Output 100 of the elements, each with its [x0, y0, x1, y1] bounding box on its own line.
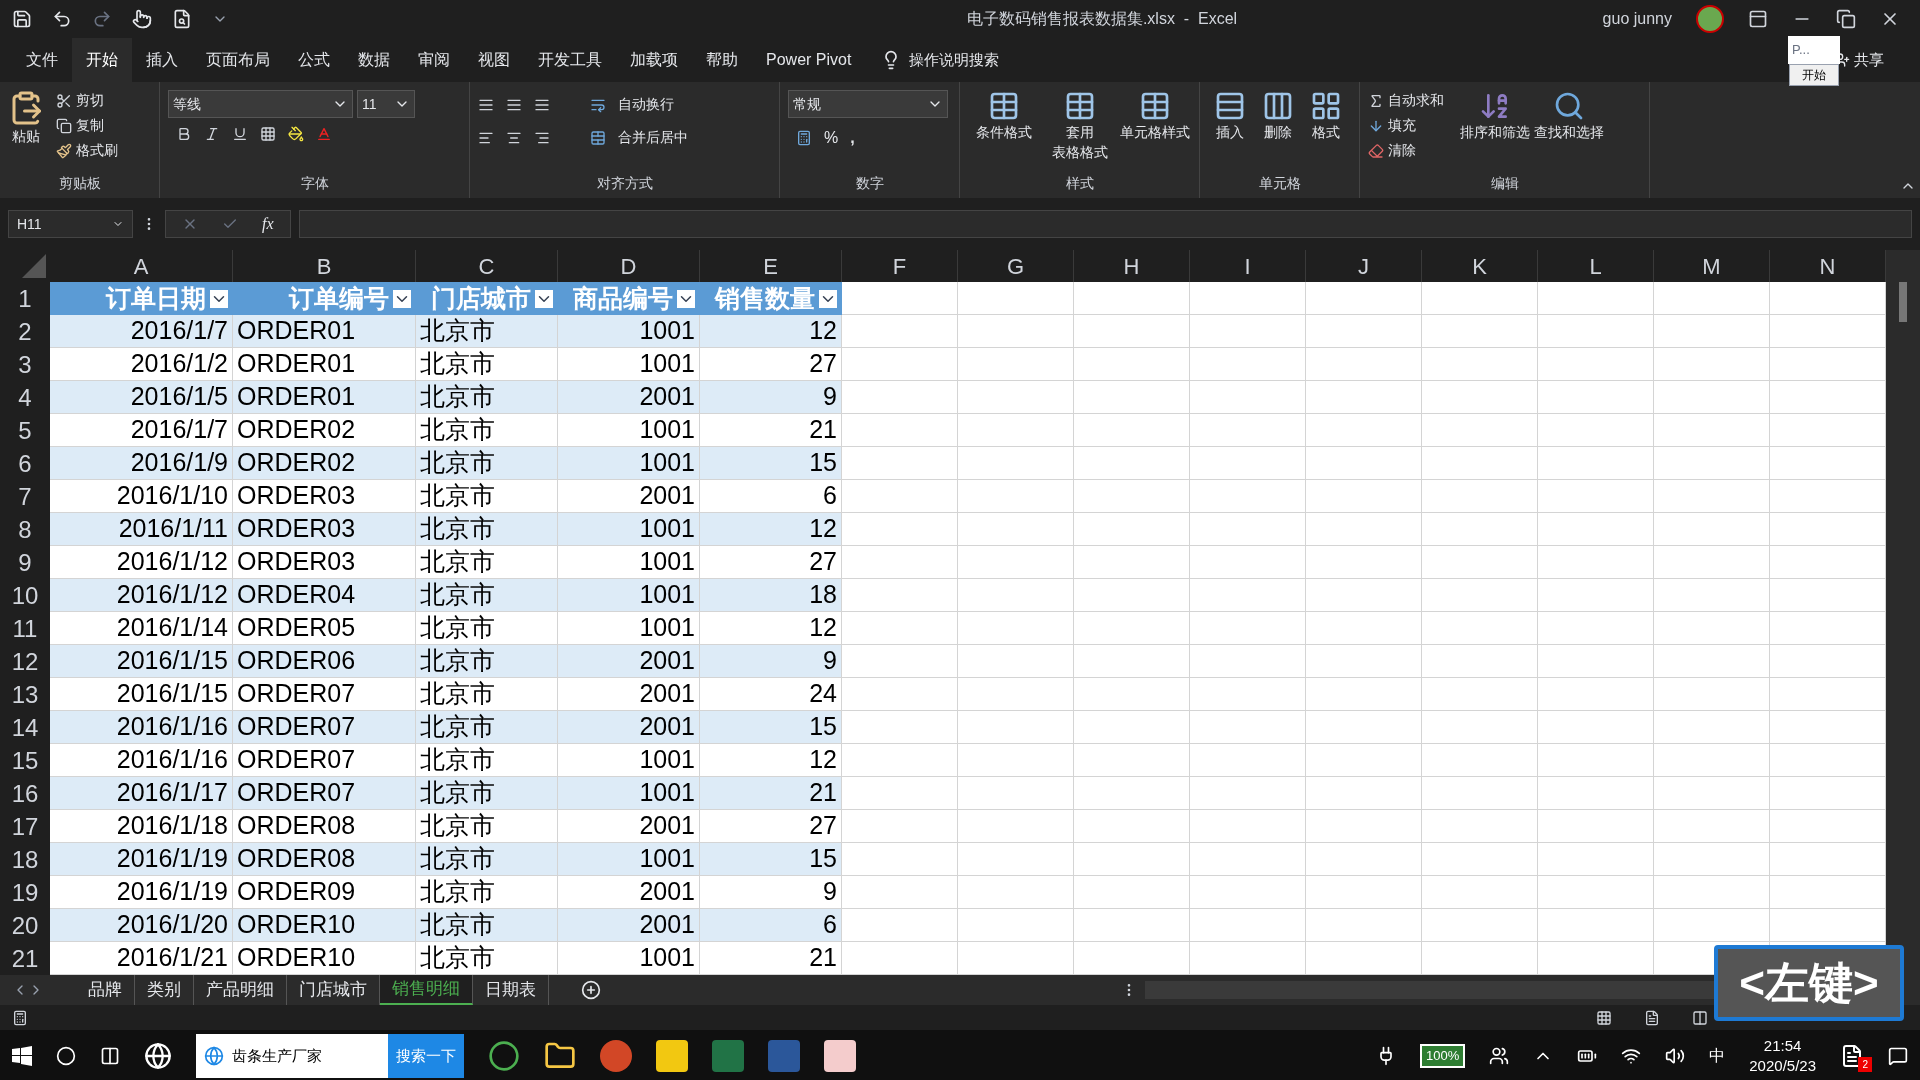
- input-method[interactable]: 中: [1709, 1044, 1726, 1068]
- redo-icon[interactable]: [92, 9, 112, 29]
- fill-color-icon[interactable]: [288, 126, 304, 142]
- avatar[interactable]: [1696, 5, 1724, 33]
- borders-icon[interactable]: [260, 126, 276, 142]
- percent-button[interactable]: %: [824, 126, 839, 150]
- filter-button[interactable]: [535, 289, 553, 308]
- page-layout-icon[interactable]: [1644, 1009, 1660, 1026]
- clock-date[interactable]: 2020/5/23: [1749, 1056, 1816, 1076]
- group-label: 字体: [299, 174, 330, 193]
- volume-icon[interactable]: [1665, 1046, 1686, 1066]
- font-name-dropdown[interactable]: 等线: [168, 90, 353, 118]
- popup-button[interactable]: 开始: [1789, 64, 1839, 86]
- autosum-button[interactable]: 自动求和: [1388, 90, 1444, 111]
- style-button[interactable]: 套用 表格格式: [1051, 122, 1108, 162]
- name-box[interactable]: H11: [8, 210, 133, 238]
- table-cell-text: 12: [809, 513, 837, 545]
- filter-button[interactable]: [210, 289, 228, 308]
- brush-icon[interactable]: [56, 142, 72, 159]
- wrap-text-button[interactable]: 自动换行: [618, 94, 674, 115]
- find-select-button[interactable]: 查找和选择: [1534, 122, 1604, 143]
- cells-button[interactable]: 删除: [1264, 122, 1292, 143]
- ribbon-tab[interactable]: 公式: [284, 38, 344, 82]
- comma-button[interactable]: ,: [850, 126, 855, 150]
- task-view-icon[interactable]: [100, 1046, 120, 1066]
- bold-icon[interactable]: [176, 126, 192, 142]
- ribbon-tab[interactable]: 数据: [344, 38, 404, 82]
- undo-icon[interactable]: [52, 9, 72, 29]
- fill-button[interactable]: 填充: [1388, 115, 1416, 136]
- insert-function-button[interactable]: fx: [262, 212, 274, 236]
- sheet-tab[interactable]: 销售明细: [380, 975, 473, 1005]
- ribbon-tab[interactable]: 开始: [72, 38, 132, 82]
- font-size-dropdown[interactable]: 11: [357, 90, 415, 118]
- vertical-scrollbar[interactable]: [1886, 250, 1920, 975]
- ribbon-tab[interactable]: 插入: [132, 38, 192, 82]
- merge-center-button[interactable]: 合并后居中: [618, 127, 688, 148]
- table-cell-text: ORDER08: [237, 810, 356, 842]
- number-format-dropdown[interactable]: 常规: [788, 90, 948, 118]
- browser-search-field[interactable]: 齿条生产厂家: [196, 1034, 388, 1078]
- save-icon[interactable]: [12, 9, 32, 29]
- clock-time[interactable]: 21:54: [1763, 1036, 1802, 1056]
- table-cell-text: 2001: [639, 678, 695, 710]
- style-button[interactable]: 条件格式: [975, 122, 1032, 142]
- notes-icon[interactable]: [1840, 1044, 1864, 1068]
- cells-button[interactable]: 格式: [1312, 122, 1340, 143]
- table-cell-text: 9: [823, 876, 837, 908]
- cut-icon[interactable]: [56, 92, 72, 109]
- sort-filter-button[interactable]: 排序和筛选: [1460, 122, 1530, 143]
- popup-field[interactable]: P...: [1788, 36, 1840, 64]
- presentation-app-icon[interactable]: [600, 1040, 632, 1072]
- underline-icon[interactable]: [232, 126, 248, 142]
- normal-view-icon[interactable]: [1596, 1009, 1612, 1026]
- cells-button[interactable]: 插入: [1216, 122, 1244, 143]
- paste-button[interactable]: 粘贴: [12, 126, 40, 147]
- insert-cells-icon[interactable]: [1214, 90, 1246, 122]
- format-painter-button[interactable]: 格式刷: [76, 140, 118, 161]
- filter-button[interactable]: [393, 289, 411, 308]
- formula-input[interactable]: [298, 210, 1912, 238]
- ribbon-tab[interactable]: 文件: [12, 38, 72, 82]
- filter-button[interactable]: [819, 289, 837, 308]
- style-button[interactable]: 单元格样式: [1120, 122, 1191, 142]
- format-cells-icon[interactable]: [1310, 90, 1342, 122]
- action-center-icon[interactable]: [1888, 1046, 1908, 1066]
- key-overlay: <左键>: [1714, 945, 1904, 1021]
- delete-cells-icon[interactable]: [1262, 90, 1294, 122]
- ribbon-tab[interactable]: 加载项: [616, 38, 692, 82]
- copy-icon[interactable]: [56, 117, 72, 134]
- restore-icon[interactable]: [1836, 9, 1856, 29]
- ribbon-display-icon[interactable]: [1748, 9, 1768, 29]
- sigma-icon[interactable]: [1368, 92, 1384, 109]
- table-cell-text: 2001: [639, 480, 695, 512]
- italic-icon[interactable]: [204, 126, 220, 142]
- table-header: 订单编号: [289, 282, 389, 314]
- table-cell-text: 1001: [639, 447, 695, 479]
- ribbon-tab[interactable]: Power Pivot: [752, 38, 866, 82]
- clear-button[interactable]: 清除: [1388, 140, 1416, 161]
- share-button[interactable]: 共享: [1854, 48, 1884, 72]
- ribbon-tab[interactable]: 审阅: [404, 38, 464, 82]
- page-break-icon[interactable]: [1692, 1009, 1708, 1026]
- eraser-icon[interactable]: [1368, 142, 1384, 159]
- table-cell-text: 北京市: [420, 315, 495, 347]
- print-preview-icon[interactable]: [172, 9, 192, 29]
- ribbon-tab[interactable]: 视图: [464, 38, 524, 82]
- font-color-icon[interactable]: [316, 126, 332, 142]
- filter-button[interactable]: [677, 289, 695, 308]
- touch-mode-icon[interactable]: [132, 9, 152, 29]
- tell-me-search[interactable]: 操作说明搜索: [909, 48, 1000, 72]
- table-cell-text: 1001: [639, 414, 695, 446]
- windows-icon[interactable]: [12, 1046, 32, 1066]
- cut-button[interactable]: 剪切: [76, 90, 104, 111]
- copy-button[interactable]: 复制: [76, 115, 104, 136]
- search-button[interactable]: 搜索一下: [388, 1034, 464, 1078]
- wifi-icon[interactable]: [1621, 1046, 1642, 1066]
- merge-icon[interactable]: [590, 129, 606, 146]
- ribbon-tab[interactable]: 开发工具: [524, 38, 616, 82]
- ribbon-tab[interactable]: 页面布局: [192, 38, 284, 82]
- table-cell-text: 北京市: [420, 711, 495, 743]
- ribbon-tab[interactable]: 帮助: [692, 38, 752, 82]
- people-icon[interactable]: [1489, 1046, 1510, 1066]
- add-sheet-icon[interactable]: [581, 980, 601, 1000]
